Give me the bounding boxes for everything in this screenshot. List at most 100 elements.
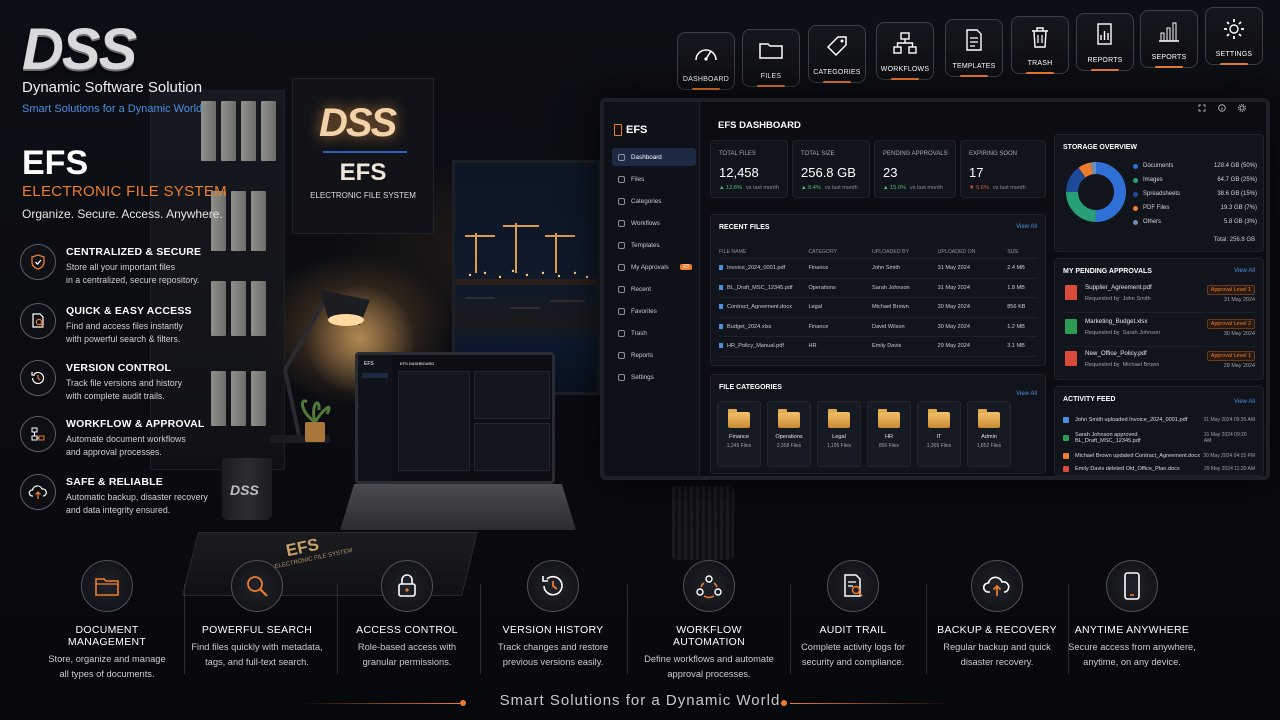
file-categories-view-all[interactable]: View All [1016, 391, 1037, 397]
approval-item[interactable]: Marketing_Budget.xlsx Requested by Sarah … [1063, 315, 1255, 347]
sidebar-item-recent[interactable]: Recent [612, 280, 696, 298]
toolbar-workflows[interactable]: WORKFLOWS [876, 22, 934, 80]
activity-item: Emily Davis deleted Old_Office_Plan.docx… [1063, 463, 1255, 475]
trash-icon [1032, 27, 1048, 48]
tag-icon [826, 36, 847, 57]
feature-desc: and approval processes. [66, 447, 162, 457]
storage-legend-item: Spreadsheets 38.6 GB (15%) [1133, 191, 1257, 197]
footer-tagline: Smart Solutions for a Dynamic World [499, 692, 781, 709]
approval-item[interactable]: New_Office_Policy.pdf Requested by Michae… [1063, 347, 1255, 379]
upload-icon [1063, 417, 1069, 423]
feature-title: SAFE & RELIABLE [66, 476, 163, 488]
category-card[interactable]: IT 1,365 Files [917, 401, 961, 467]
cloud-upload-icon [20, 474, 56, 510]
feature-desc: Define workflows and automate [644, 654, 774, 664]
sidebar-item-files[interactable]: Files [612, 170, 696, 188]
stat-card-pending-approvals: PENDING APPROVALS 23 ▲ 15.0% vs last mont… [874, 140, 956, 198]
app-logo-icon [614, 124, 622, 136]
stat-card-total-files: TOTAL FILES 12,458 ▲ 12.6% vs last month [710, 140, 788, 198]
toolbar-dashboard[interactable]: DASHBOARD [677, 32, 735, 90]
workflow-icon [20, 416, 56, 452]
sidebar-item-label: Workflows [631, 219, 660, 227]
table-row[interactable]: HR_Policy_Manual.pdf HR Emily Davis 29 May … [719, 337, 1037, 357]
feature-desc: previous versions easily. [502, 657, 604, 667]
category-card[interactable]: Admin 1,852 Files [967, 401, 1011, 467]
trash-icon [618, 329, 625, 337]
toolbar-label: DASHBOARD [682, 76, 730, 83]
mobile-icon [1106, 560, 1158, 612]
stat-change: ▲ 12.6% vs last month [719, 185, 779, 191]
table-row[interactable]: Budget_2024.xlsx Finance David Wilson 30 Ma… [719, 318, 1037, 337]
gear-icon [1224, 19, 1244, 39]
category-card[interactable]: Operations 2,358 Files [767, 401, 811, 467]
sidebar-item-categories[interactable]: Categories [612, 192, 696, 210]
folder-icon [778, 409, 800, 428]
sidebar-item-workflows[interactable]: Workflows [612, 214, 696, 232]
recent-files-view-all[interactable]: View All [1016, 224, 1037, 230]
category-card[interactable]: Legal 1,105 Files [817, 401, 861, 467]
pen-holder [672, 486, 734, 560]
settings-gear-icon[interactable] [1238, 104, 1246, 112]
edit-icon [1063, 453, 1069, 459]
bottom-feature-version-history: VERSION HISTORY Track changes and restor… [483, 560, 623, 670]
approval-item[interactable]: Supplier_Agreement.pdf Requested by John … [1063, 281, 1255, 313]
feature-title: ACCESS CONTROL [356, 624, 458, 636]
wall-sign: DSS EFS ELECTRONIC FILE SYSTEM [292, 78, 434, 234]
sidebar-item-my-approvals[interactable]: My Approvals 23 [612, 258, 696, 276]
sidebar-item-trash[interactable]: Trash [612, 324, 696, 342]
toolbar-categories[interactable]: CATEGORIES [808, 25, 866, 83]
category-card[interactable]: Finance 1,245 Files [717, 401, 761, 467]
company-name: Dynamic Software Solution [22, 79, 203, 96]
folder-icon [81, 560, 133, 612]
toolbar-settings[interactable]: SETTINGS [1205, 7, 1263, 65]
templates-icon [618, 241, 625, 249]
table-header: FILE NAME CATEGORY UPLOADED BY UPLOADED ON S… [719, 245, 1037, 259]
sidebar-item-settings[interactable]: Settings [612, 368, 696, 386]
category-card[interactable]: HR 856 Files [867, 401, 911, 467]
activity-view-all[interactable]: View All [1234, 399, 1255, 405]
feature-desc: Secure access from anywhere, [1068, 642, 1196, 652]
feature-title: VERSION HISTORY [502, 624, 604, 636]
expand-icon[interactable] [1198, 104, 1206, 112]
sidebar-item-label: Recent [631, 285, 651, 293]
feature-title: BACKUP & RECOVERY [937, 624, 1057, 636]
activity-feed-panel: ACTIVITY FEED View All John Smith upload… [1054, 386, 1264, 476]
info-icon[interactable] [1218, 104, 1226, 112]
feature-desc: in a centralized, secure repository. [66, 275, 200, 285]
toolbar-templates[interactable]: TEMPLATES [945, 19, 1003, 77]
check-icon [1063, 435, 1069, 441]
toolbar-trash[interactable]: TRASH [1011, 16, 1069, 74]
approvals-view-all[interactable]: View All [1234, 268, 1255, 274]
shield-icon [20, 244, 56, 280]
feature-desc: Role-based access with [357, 642, 457, 652]
sidebar-item-favorites[interactable]: Favorites [612, 302, 696, 320]
feature-desc: Track changes and restore [497, 642, 609, 652]
laptop-title: EFS DASHBOARD [400, 361, 435, 366]
table-row[interactable]: Invoice_2024_0001.pdf Finance John Smith 31… [719, 259, 1037, 279]
files-icon [618, 175, 625, 183]
feature-title: QUICK & EASY ACCESS [66, 305, 192, 317]
sidebar-item-dashboard[interactable]: Dashboard [612, 148, 696, 166]
table-row[interactable]: BL_Draft_MSC_12345.pdf Operations Sarah Jo… [719, 279, 1037, 298]
storage-legend-item: Images 64.7 GB (25%) [1133, 177, 1257, 183]
toolbar-files[interactable]: FILES [742, 29, 800, 87]
storage-title: STORAGE OVERVIEW [1063, 144, 1138, 151]
feature-title: POWERFUL SEARCH [201, 624, 313, 636]
sidebar-item-templates[interactable]: Templates [612, 236, 696, 254]
toolbar-reports[interactable]: REPORTS [1076, 13, 1134, 71]
approvals-icon [618, 263, 625, 271]
sidebar-item-reports[interactable]: Reports [612, 346, 696, 364]
feature-title: DOCUMENT MANAGEMENT [67, 624, 147, 648]
feature-desc: Store all your important files [66, 262, 176, 272]
search-document-icon [20, 303, 56, 339]
folder-icon [728, 409, 750, 428]
gauge-icon [695, 49, 717, 61]
table-row[interactable]: Contract_Agreement.docx Legal Michael Brow… [719, 298, 1037, 318]
toolbar-seports[interactable]: SEPORTS [1140, 10, 1198, 68]
categories-icon [618, 197, 625, 205]
bottom-feature-audit-trail: AUDIT TRAIL Complete activity logs for se… [783, 560, 923, 670]
approvals-count-badge: 23 [679, 264, 692, 270]
storage-donut-chart [1066, 162, 1126, 222]
laptop-keyboard [340, 484, 576, 530]
feature-title: WORKFLOW & APPROVAL [66, 418, 205, 430]
